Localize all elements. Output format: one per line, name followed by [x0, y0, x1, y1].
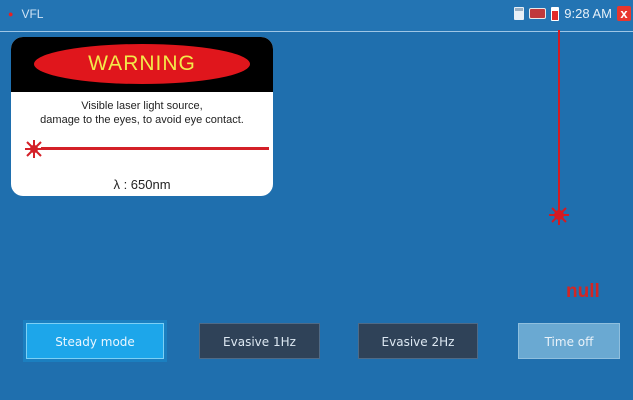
status-bar: ● VFL 9:28 AM x — [0, 0, 633, 32]
warning-message: Visible laser light source, damage to th… — [11, 99, 273, 127]
wavelength-label: λ : 650nm — [113, 177, 171, 192]
laser-pointer-burst-icon — [549, 205, 569, 225]
app-title: ● VFL — [8, 7, 43, 21]
laser-pointer-line — [558, 30, 560, 212]
app-title-label: VFL — [21, 7, 44, 21]
status-icons: 9:28 AM x — [509, 6, 631, 21]
battery-icon — [551, 6, 560, 21]
sd-card-icon — [514, 7, 525, 20]
warning-header: WARNING — [11, 37, 273, 92]
evasive-2hz-button[interactable]: Evasive 2Hz — [358, 323, 478, 359]
warning-title: WARNING — [34, 44, 250, 84]
steady-mode-button[interactable]: Steady mode — [26, 323, 164, 359]
laser-beam-line — [41, 147, 269, 150]
evasive-1hz-button[interactable]: Evasive 1Hz — [199, 323, 320, 359]
warning-line-2: damage to the eyes, to avoid eye contact… — [40, 114, 244, 126]
time-off-button[interactable]: Time off — [518, 323, 620, 359]
usb-icon — [529, 8, 547, 19]
app-indicator-icon: ● — [8, 9, 14, 19]
laser-warning-card: WARNING Visible laser light source, dama… — [11, 37, 273, 196]
close-icon[interactable]: x — [617, 6, 631, 21]
status-value-text: null — [566, 281, 600, 302]
clock: 9:28 AM — [564, 6, 612, 21]
warning-line-1: Visible laser light source, — [81, 100, 203, 112]
